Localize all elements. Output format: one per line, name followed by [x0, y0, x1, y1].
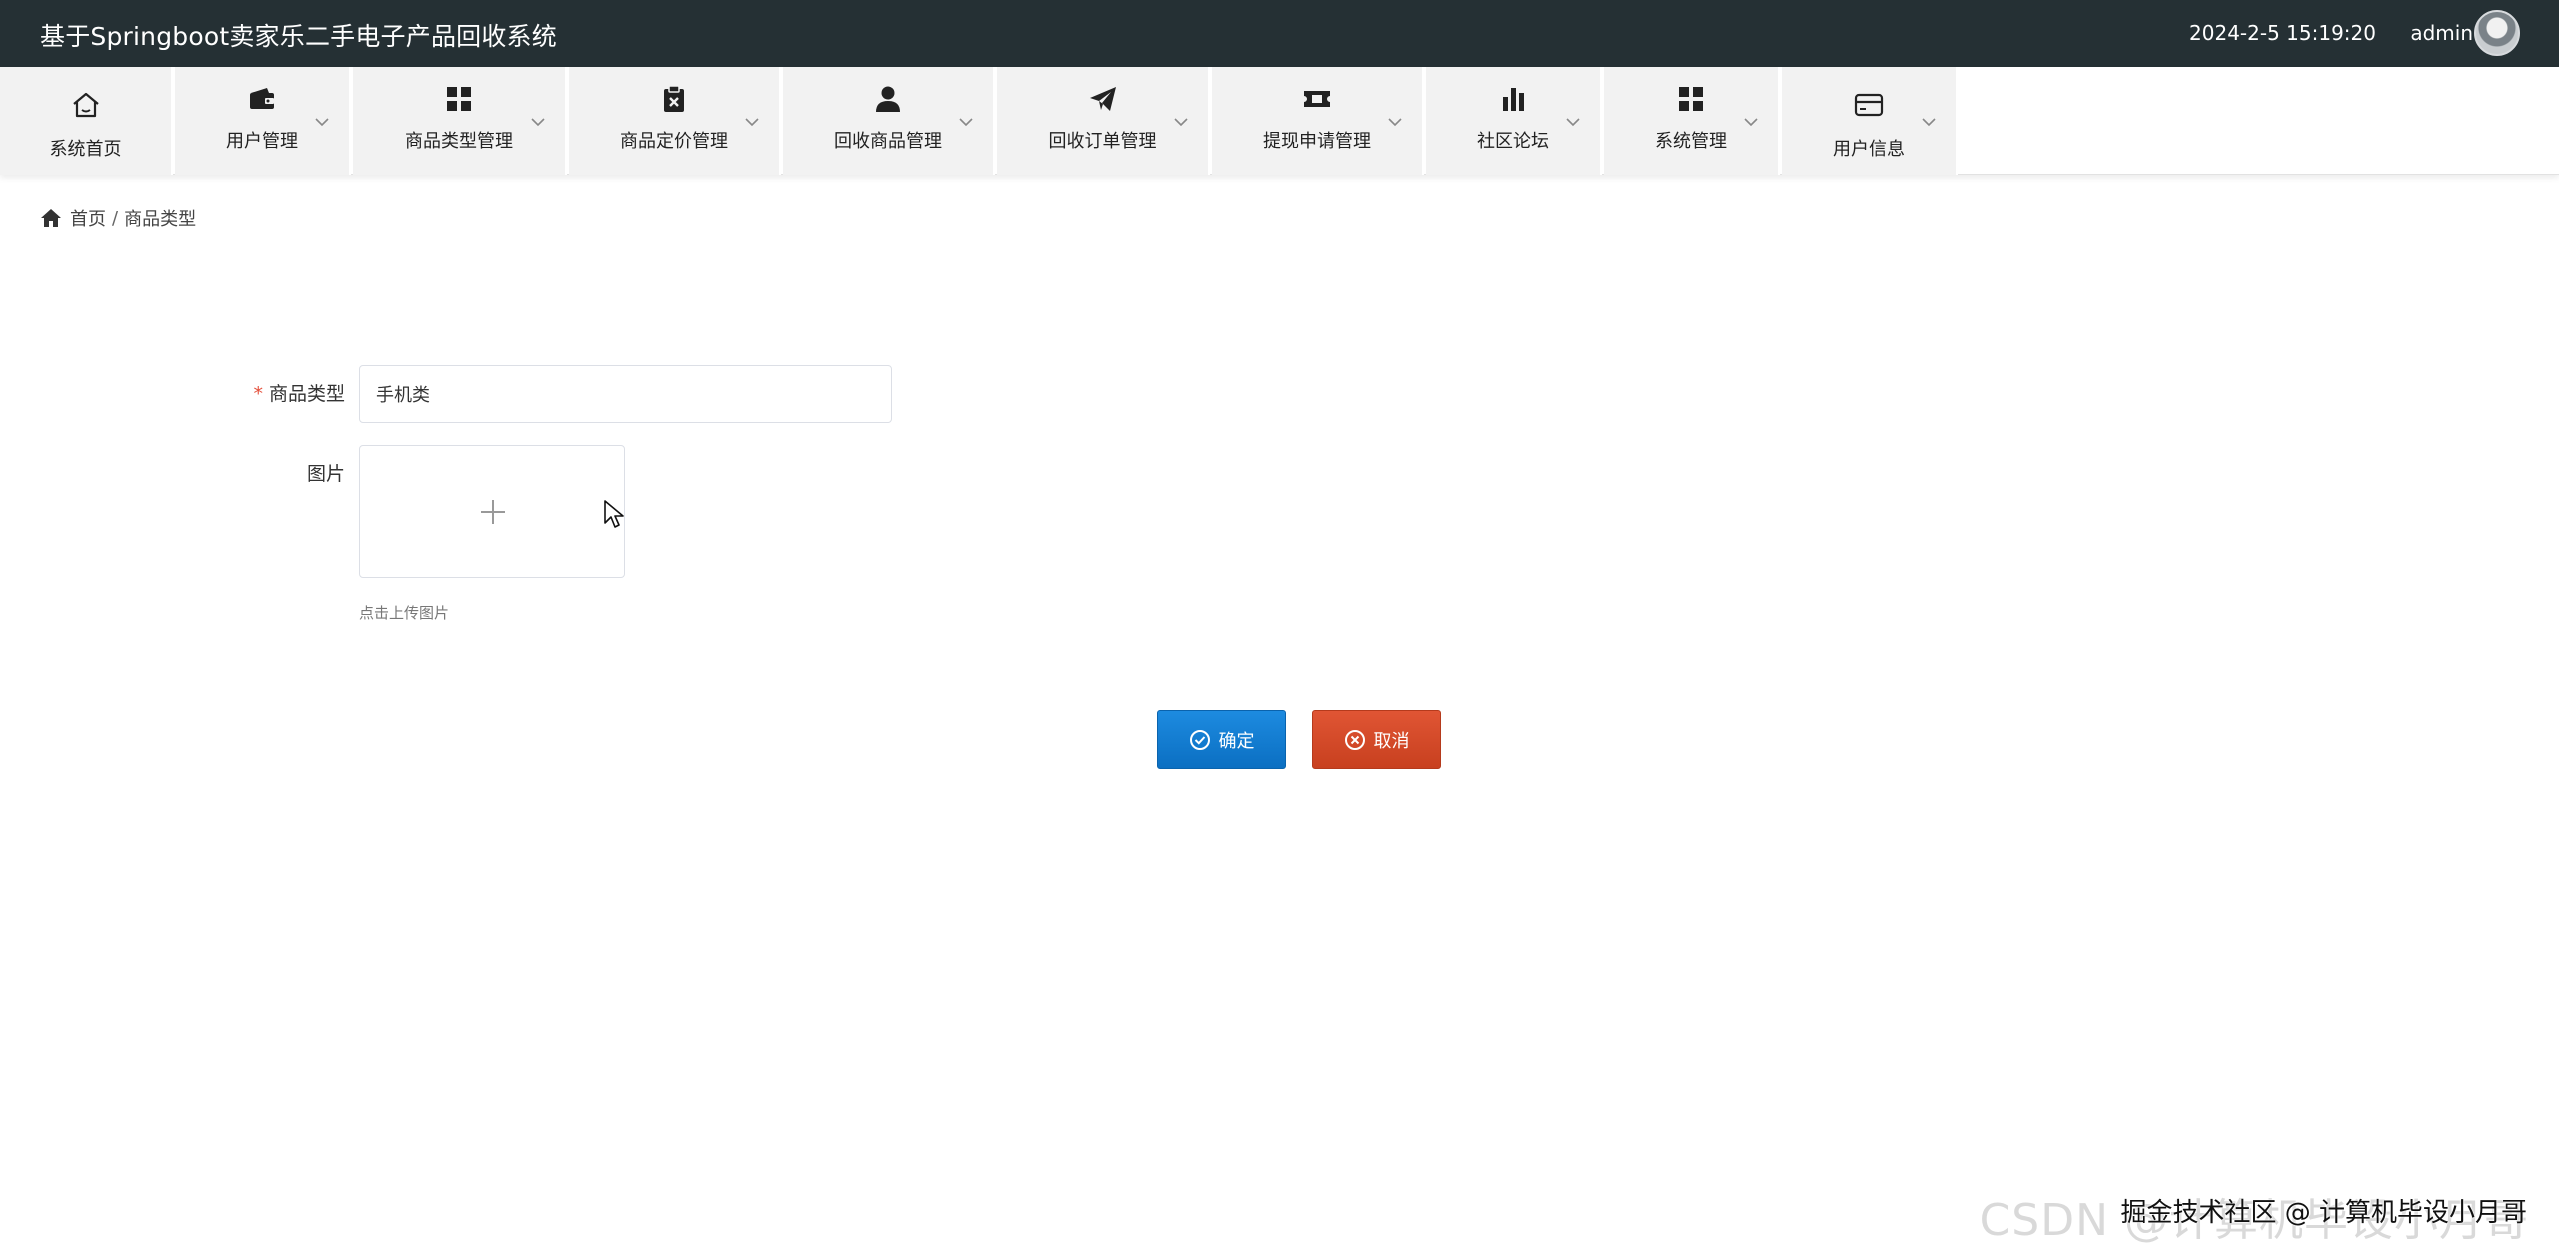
- nav-label: 提现申请管理: [1263, 131, 1371, 152]
- image-upload-box[interactable]: [359, 445, 625, 578]
- mouse-cursor-icon: [603, 499, 625, 529]
- nav-label: 回收订单管理: [1048, 131, 1157, 152]
- close-circle-icon: [1344, 729, 1365, 750]
- watermark-overlay: 掘金技术社区 @ 计算机毕设小月哥: [2120, 1198, 2527, 1228]
- app-title: 基于Springboot卖家乐二手电子产品回收系统: [40, 22, 557, 51]
- confirm-label: 确定: [1218, 730, 1255, 752]
- home-icon: [41, 209, 61, 227]
- nav-label: 用户管理: [226, 131, 298, 152]
- breadcrumb: 首页 / 商品类型: [40, 204, 196, 232]
- avatar[interactable]: [2474, 10, 2520, 56]
- image-label: 图片: [306, 463, 345, 485]
- grid-icon: [1675, 83, 1707, 115]
- confirm-button[interactable]: 确定: [1157, 710, 1286, 769]
- nav-item-pricing-management[interactable]: 商品定价管理: [569, 67, 781, 175]
- required-mark: *: [253, 383, 263, 405]
- nav-item-recycle-product-management[interactable]: 回收商品管理: [783, 67, 995, 175]
- nav-item-system-management[interactable]: 系统管理: [1604, 67, 1780, 175]
- chevron-down-icon: [1922, 117, 1936, 127]
- upload-hint: 点击上传图片: [359, 604, 450, 622]
- chevron-down-icon: [1388, 117, 1402, 127]
- plus-icon: [479, 498, 507, 526]
- nav-label: 系统首页: [49, 139, 122, 160]
- wallet-icon: [246, 83, 278, 115]
- nav-label: 回收商品管理: [834, 131, 942, 152]
- breadcrumb-home[interactable]: 首页: [70, 205, 106, 231]
- cancel-label: 取消: [1373, 730, 1410, 752]
- breadcrumb-separator: /: [112, 207, 119, 229]
- chevron-down-icon: [959, 117, 973, 127]
- card-icon: [1853, 89, 1885, 121]
- chevron-down-icon: [1566, 117, 1580, 127]
- header-datetime: 2024-2-5 15:19:20: [2189, 21, 2376, 45]
- chevron-down-icon: [531, 117, 545, 127]
- nav-item-withdrawal-management[interactable]: 提现申请管理: [1212, 67, 1424, 175]
- main-nav: 系统首页 用户管理 商品类型管理 商品定价管理 回收商品管理 回收订单管理 提现…: [0, 67, 2559, 175]
- nav-item-user-management[interactable]: 用户管理: [175, 67, 351, 175]
- top-header: 基于Springboot卖家乐二手电子产品回收系统 2024-2-5 15:19…: [0, 0, 2559, 67]
- chevron-down-icon: [1744, 117, 1758, 127]
- home-icon: [70, 89, 102, 121]
- nav-item-product-type-management[interactable]: 商品类型管理: [353, 67, 567, 175]
- user-icon: [872, 83, 904, 115]
- nav-label: 用户信息: [1833, 139, 1905, 160]
- cancel-button[interactable]: 取消: [1312, 710, 1441, 769]
- product-type-label: * 商品类型: [253, 379, 345, 406]
- clipboard-x-icon: [658, 83, 690, 115]
- paper-plane-icon: [1087, 83, 1119, 115]
- check-circle-icon: [1189, 729, 1210, 750]
- nav-item-recycle-order-management[interactable]: 回收订单管理: [997, 67, 1210, 175]
- breadcrumb-current: 商品类型: [124, 209, 197, 230]
- chevron-down-icon: [745, 117, 759, 127]
- chevron-down-icon: [1174, 117, 1188, 127]
- nav-label: 社区论坛: [1477, 131, 1549, 152]
- product-type-label-text: 商品类型: [268, 383, 345, 405]
- grid-icon: [443, 83, 475, 115]
- product-type-input[interactable]: [359, 365, 892, 423]
- bar-chart-icon: [1497, 83, 1529, 115]
- nav-item-home[interactable]: 系统首页: [0, 67, 173, 175]
- nav-label: 系统管理: [1655, 131, 1727, 152]
- header-username[interactable]: admin: [2410, 21, 2473, 45]
- nav-label: 商品类型管理: [405, 131, 513, 152]
- ticket-icon: [1301, 83, 1333, 115]
- chevron-down-icon: [315, 117, 329, 127]
- nav-item-user-info[interactable]: 用户信息: [1782, 67, 1958, 175]
- nav-item-community-forum[interactable]: 社区论坛: [1426, 67, 1602, 175]
- nav-label: 商品定价管理: [620, 131, 728, 152]
